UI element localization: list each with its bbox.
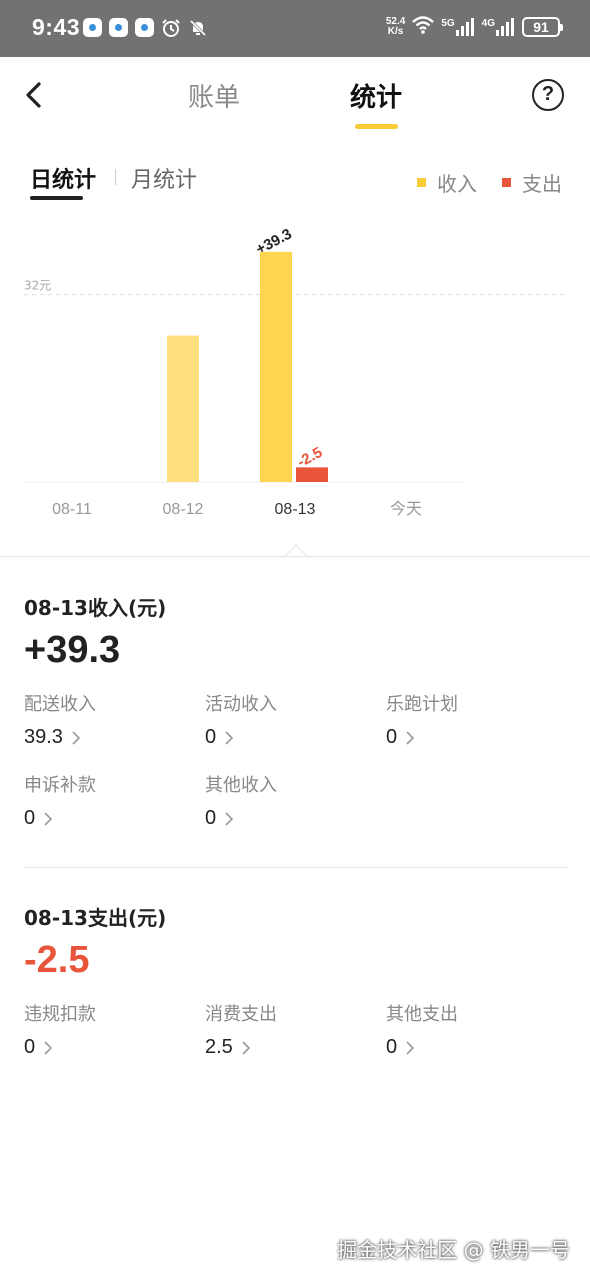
income-item[interactable]: 乐跑计划 0 xyxy=(386,690,568,749)
income-item[interactable]: 活动收入 0 xyxy=(205,690,386,749)
wifi-icon xyxy=(411,15,435,39)
expense-total: -2.5 xyxy=(24,939,90,981)
expense-item-value: 0 xyxy=(386,1036,568,1059)
tab-daily-stats[interactable]: 日统计 xyxy=(30,162,96,194)
income-item-value: 0 xyxy=(205,726,386,749)
mute-bell-icon xyxy=(188,18,208,38)
legend-expense: 支出 xyxy=(502,168,562,197)
income-item-value: 0 xyxy=(386,726,568,749)
income-bar xyxy=(260,251,292,482)
x-axis-label: 今天 xyxy=(390,500,422,518)
chevron-right-icon xyxy=(225,811,234,826)
income-item-amount: 39.3 xyxy=(24,726,63,748)
watermark: 掘金技术社区 @ 铁男一号 xyxy=(337,1238,570,1262)
app-notification-icon xyxy=(109,18,128,37)
tab-active-indicator xyxy=(355,124,398,129)
back-button[interactable] xyxy=(18,77,48,113)
expense-section: 08-13支出(元) -2.5 违规扣款 0 消费支出 2.5 其他支出 0 xyxy=(24,902,568,1059)
tab-stats[interactable]: 统计 xyxy=(350,77,402,114)
expense-item-label: 其他支出 xyxy=(386,1004,458,1025)
nav-bar: 账单 统计 ? xyxy=(0,57,590,137)
status-notification-icons xyxy=(83,18,208,38)
income-item-label: 其他收入 xyxy=(205,775,277,796)
income-item-amount: 0 xyxy=(24,807,36,829)
chevron-right-icon xyxy=(242,1040,250,1055)
legend-income: 收入 xyxy=(417,168,477,197)
expense-item-amount: 2.5 xyxy=(205,1036,233,1058)
legend-expense-label: 支出 xyxy=(522,172,562,196)
expense-item-value: 2.5 xyxy=(205,1036,386,1059)
expense-data-label: -2.5 xyxy=(294,444,325,471)
chevron-right-icon xyxy=(44,1040,53,1055)
income-bar xyxy=(167,335,199,482)
income-item-label: 配送收入 xyxy=(24,694,96,715)
alarm-icon xyxy=(161,18,181,38)
status-bar: 9:43 52.4 K/s 5G 4G 91 xyxy=(0,0,590,57)
chevron-right-icon xyxy=(406,1040,415,1055)
expense-item[interactable]: 违规扣款 0 xyxy=(24,1000,205,1059)
income-breakdown: 配送收入 39.3 活动收入 0 乐跑计划 0 申诉补款 0 其他收入 0 xyxy=(24,690,568,830)
daily-bar-chart[interactable]: 32元08-11 08-12 08-13 今天+39.3-2.5 xyxy=(0,220,590,540)
expense-item[interactable]: 消费支出 2.5 xyxy=(205,1000,386,1059)
income-section: 08-13收入(元) +39.3 配送收入 39.3 活动收入 0 乐跑计划 0 申诉补款 0… xyxy=(24,592,568,830)
income-item-value: 0 xyxy=(24,807,205,830)
income-item-amount: 0 xyxy=(205,726,217,748)
x-axis-label: 08-13 xyxy=(275,501,316,518)
income-item[interactable]: 申诉补款 0 xyxy=(24,771,205,830)
expense-item-amount: 0 xyxy=(24,1036,36,1058)
income-item[interactable]: 其他收入 0 xyxy=(205,771,386,830)
income-item-amount: 0 xyxy=(205,807,217,829)
expense-title: 08-13支出(元) xyxy=(24,906,167,930)
expense-breakdown: 违规扣款 0 消费支出 2.5 其他支出 0 xyxy=(24,1000,568,1059)
tab-divider xyxy=(115,169,116,185)
network-speed: 52.4 K/s xyxy=(385,16,406,37)
tab-monthly-stats[interactable]: 月统计 xyxy=(131,162,197,194)
chevron-right-icon xyxy=(72,730,81,745)
chart-divider xyxy=(0,556,590,557)
income-total: +39.3 xyxy=(24,629,121,671)
expense-item-amount: 0 xyxy=(386,1036,398,1058)
chevron-left-icon xyxy=(26,82,41,108)
expense-item-value: 0 xyxy=(24,1036,205,1059)
reference-line-label: 32元 xyxy=(24,279,51,293)
period-tab-indicator xyxy=(30,196,83,200)
chevron-right-icon xyxy=(406,730,415,745)
expense-item-label: 违规扣款 xyxy=(24,1004,96,1025)
income-title: 08-13收入(元) xyxy=(24,596,167,620)
expense-item-label: 消费支出 xyxy=(205,1004,277,1025)
income-item-label: 乐跑计划 xyxy=(386,694,458,715)
app-notification-icon xyxy=(135,18,154,37)
expense-item[interactable]: 其他支出 0 xyxy=(386,1000,568,1059)
income-item-amount: 0 xyxy=(386,726,398,748)
x-axis-label: 08-12 xyxy=(163,501,204,518)
income-item-value: 0 xyxy=(205,807,386,830)
status-right-icons: 52.4 K/s 5G 4G 91 xyxy=(385,15,563,39)
section-divider xyxy=(24,867,568,868)
app-notification-icon xyxy=(83,18,102,37)
signal-5g-icon: 5G xyxy=(441,18,475,36)
status-time: 9:43 xyxy=(32,14,81,40)
legend-expense-swatch xyxy=(502,178,511,187)
income-item-value: 39.3 xyxy=(24,726,205,749)
battery-indicator: 91 xyxy=(522,17,563,37)
income-item[interactable]: 配送收入 39.3 xyxy=(24,690,205,749)
tab-bills[interactable]: 账单 xyxy=(188,77,240,114)
period-tabs: 日统计 月统计 收入 支出 xyxy=(0,160,590,210)
income-item-label: 申诉补款 xyxy=(24,775,96,796)
income-item-label: 活动收入 xyxy=(205,694,277,715)
legend-income-swatch xyxy=(417,178,426,187)
help-button[interactable]: ? xyxy=(532,79,564,111)
chevron-right-icon xyxy=(44,811,53,826)
signal-4g-icon: 4G xyxy=(482,18,516,36)
x-axis-label: 08-11 xyxy=(52,501,92,518)
legend-income-label: 收入 xyxy=(437,172,477,196)
chevron-right-icon xyxy=(225,730,234,745)
